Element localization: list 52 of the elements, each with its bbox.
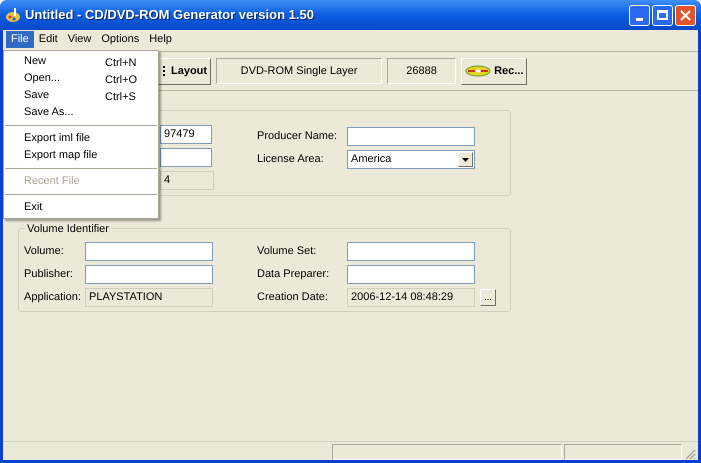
menu-item[interactable]: File <box>6 31 34 48</box>
disc-type-panel: DVD-ROM Single Layer <box>216 58 382 84</box>
shortcut-label: Ctrl+O <box>105 73 138 88</box>
layout-button[interactable]: Layout <box>158 58 212 84</box>
shortcut-label: Ctrl+S <box>105 90 136 105</box>
disc-icon <box>465 65 492 77</box>
dropdown[interactable]: America <box>347 150 475 169</box>
menu-item[interactable]: Export map file <box>4 147 158 164</box>
close-icon <box>680 10 691 20</box>
menu-item[interactable]: Open... <box>4 70 60 87</box>
input-field[interactable]: 4 <box>160 171 214 190</box>
menu-item[interactable]: Export iml file <box>4 130 158 147</box>
field-label: Creation Date: <box>257 290 329 306</box>
menu-item[interactable]: Save As... <box>4 104 158 121</box>
input-field[interactable] <box>85 265 213 284</box>
shortcut-label: Ctrl+N <box>105 56 136 71</box>
menu-item[interactable]: Exit <box>4 199 158 216</box>
dots-icon <box>162 65 168 77</box>
field-label: License Area: <box>257 152 325 168</box>
input-field[interactable] <box>85 242 213 261</box>
input-field[interactable] <box>347 127 475 146</box>
menu-item[interactable]: View <box>62 31 96 48</box>
menu-item[interactable]: Edit <box>34 31 63 48</box>
menu-item[interactable]: Options <box>96 31 144 48</box>
paint-palette-icon <box>5 7 21 23</box>
menu-item[interactable]: New <box>4 53 46 70</box>
field-label: Application: <box>24 290 82 306</box>
minimize-button[interactable] <box>629 4 650 26</box>
field-label: Publisher: <box>24 267 74 282</box>
field-label: Volume Set: <box>257 244 318 260</box>
window-title: Untitled - CD/DVD-ROM Generator version 1.50 <box>25 6 314 24</box>
dropdown-value: America <box>351 152 392 168</box>
input-field[interactable]: 97479 <box>160 125 212 144</box>
minimize-icon <box>636 18 643 20</box>
input-field[interactable]: PLAYSTATION <box>85 288 213 307</box>
size-panel: 26888 <box>387 58 456 84</box>
field-label: Data Preparer: <box>257 267 330 282</box>
record-button[interactable]: Rec... <box>461 58 528 84</box>
input-field[interactable] <box>160 148 212 167</box>
maximize-button[interactable] <box>652 4 673 26</box>
close-button[interactable] <box>675 4 696 26</box>
browse-button[interactable]: ... <box>480 289 496 306</box>
input-field[interactable] <box>347 242 475 261</box>
menu-item[interactable]: Help <box>144 31 177 48</box>
field-label: Volume: <box>24 244 65 260</box>
menu-item: Recent File <box>4 173 158 190</box>
resize-grip-icon <box>684 448 696 460</box>
input-field[interactable]: 2006-12-14 08:48:29 <box>347 288 475 307</box>
input-field[interactable] <box>347 265 475 284</box>
field-label: Producer Name: <box>257 129 338 144</box>
menu-item[interactable]: Save <box>4 87 50 104</box>
maximize-icon <box>657 10 668 20</box>
